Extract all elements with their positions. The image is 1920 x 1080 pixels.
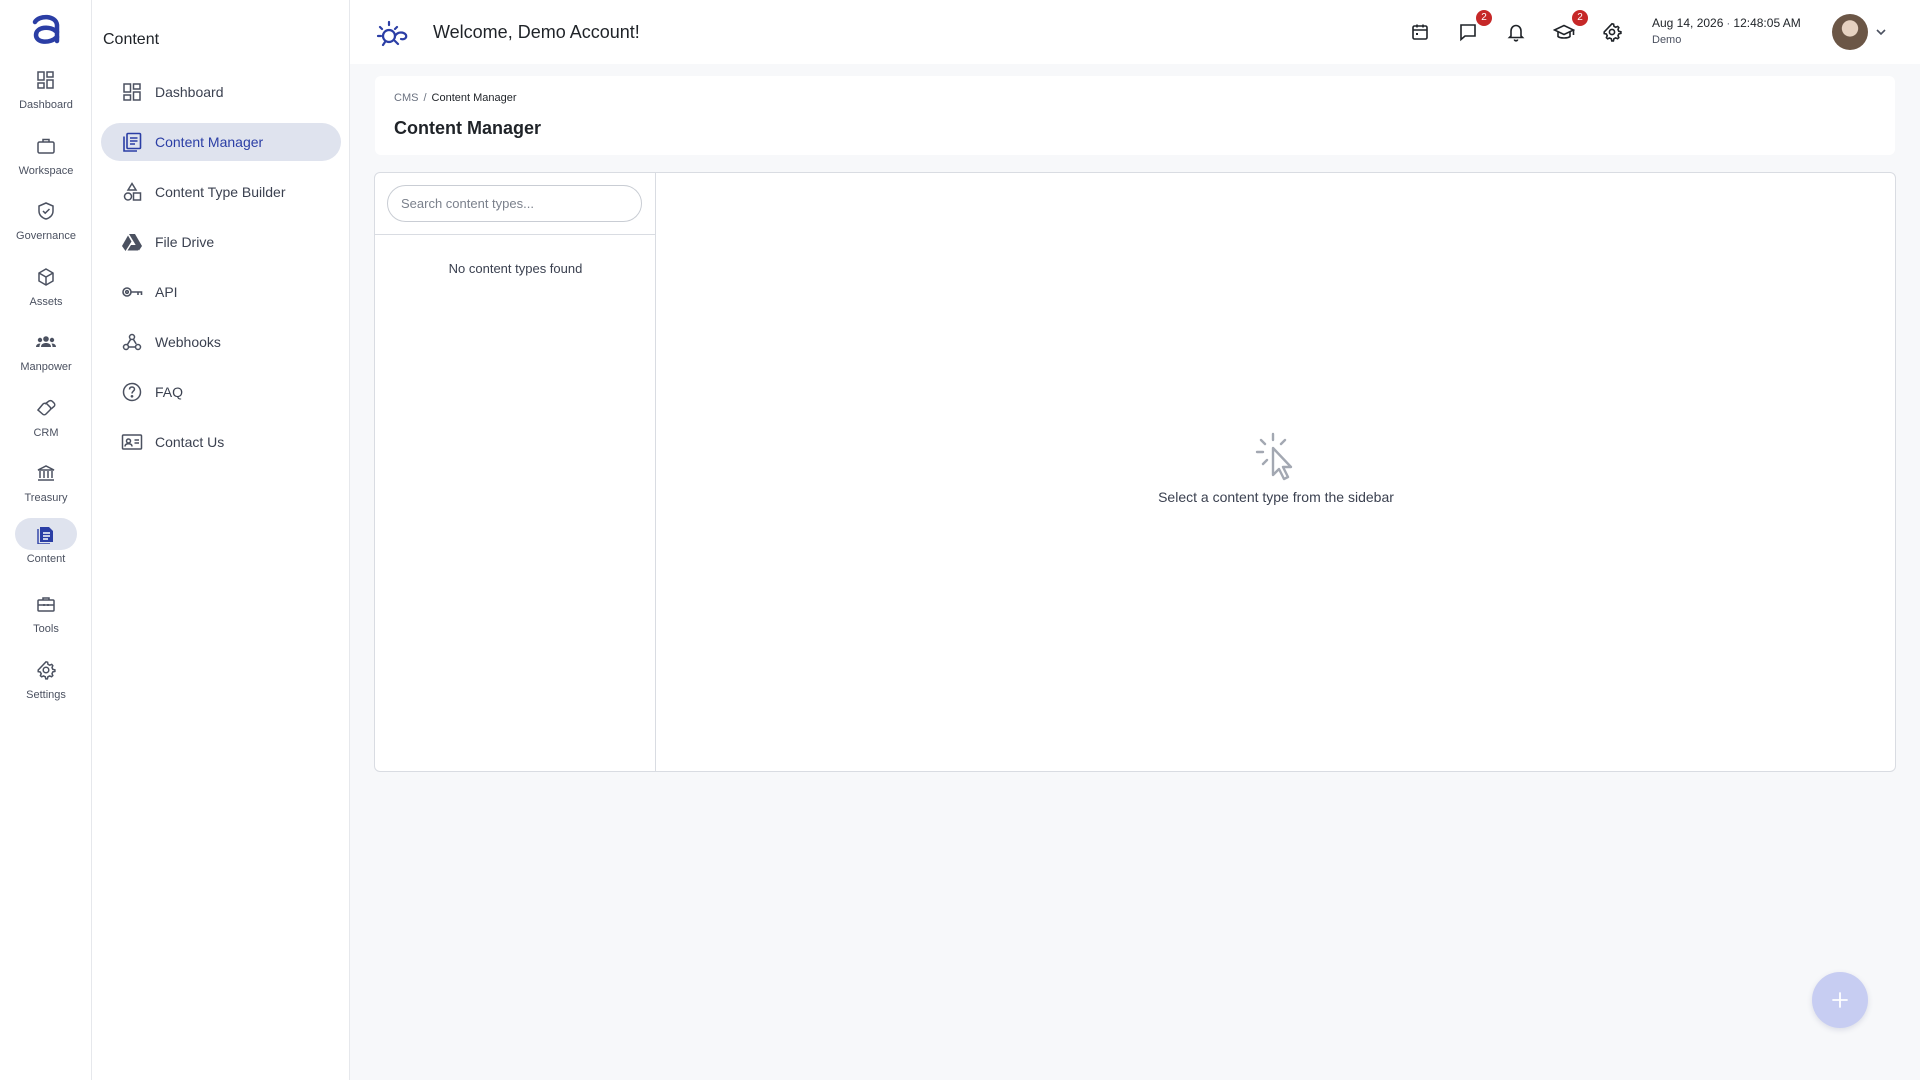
chat-icon (1458, 22, 1478, 42)
current-date: Aug 14, 2026 (1652, 16, 1724, 30)
subnav-item-faq[interactable]: FAQ (101, 373, 341, 411)
page-title: Content Manager (394, 118, 542, 138)
rail-label: Treasury (24, 492, 68, 504)
pointer-click-icon (1254, 431, 1298, 481)
people-icon (35, 332, 57, 352)
content-types-sidebar: No content types found (375, 173, 656, 771)
divider (375, 234, 656, 235)
rail-item-governance[interactable]: Governance (0, 195, 92, 251)
rail-label: Manpower (20, 361, 72, 373)
subnav-item-label: Dashboard (155, 84, 224, 100)
document-icon (36, 524, 56, 544)
gear-icon (1602, 22, 1622, 42)
briefcase-icon (36, 136, 56, 156)
rail-label: Workspace (18, 165, 74, 177)
breadcrumb-cms-link[interactable]: CMS (394, 92, 418, 104)
settings-button[interactable] (1600, 20, 1624, 44)
rail-item-content[interactable]: Content (0, 518, 92, 574)
subnav-item-api[interactable]: API (101, 273, 341, 311)
subnav-item-content-manager[interactable]: Content Manager (101, 123, 341, 161)
messages-badge: 2 (1476, 10, 1492, 26)
brand-icon (376, 16, 410, 50)
welcome-message: Welcome, Demo Account! (433, 22, 640, 42)
subnav-item-label: FAQ (155, 384, 184, 400)
bank-icon (36, 463, 56, 483)
subnav-item-label: Content Manager (155, 134, 264, 150)
app-logo[interactable] (26, 10, 66, 50)
plus-icon (1831, 991, 1849, 1009)
subnav-item-file-drive[interactable]: File Drive (101, 223, 341, 261)
primary-rail: Dashboard Workspace Governance Assets Ma… (0, 0, 92, 1080)
content-manager-panel: No content types found Select a content … (374, 172, 1896, 772)
rail-item-tools[interactable]: Tools (0, 588, 92, 644)
top-header: Welcome, Demo Account! 2 2 Aug 14, 2026 ·… (350, 0, 1920, 64)
rail-label: Governance (16, 230, 76, 242)
rail-label: Content (26, 553, 66, 565)
no-content-types-text: No content types found (448, 261, 583, 276)
bell-icon (1506, 22, 1526, 42)
content-detail-area: Select a content type from the sidebar (657, 173, 1895, 771)
key-icon (121, 281, 143, 303)
user-subtitle: Demo (1652, 34, 1682, 46)
help-circle-icon (121, 381, 143, 403)
shield-check-icon (36, 201, 56, 221)
contact-card-icon (121, 431, 143, 453)
subnav-item-label: Contact Us (155, 434, 225, 450)
breadcrumb-current: Content Manager (431, 92, 517, 104)
search-content-types-input[interactable] (387, 185, 642, 222)
subnav-item-content-type-builder[interactable]: Content Type Builder (101, 173, 341, 211)
rail-item-assets[interactable]: Assets (0, 261, 92, 317)
rail-item-settings[interactable]: Settings (0, 654, 92, 710)
subnav-title: Content (103, 31, 160, 48)
add-fab-button[interactable] (1812, 972, 1868, 1028)
breadcrumb-separator: / (423, 92, 427, 104)
avatar[interactable] (1832, 14, 1868, 50)
rail-item-manpower[interactable]: Manpower (0, 326, 92, 382)
handshake-icon (35, 398, 57, 418)
graduation-cap-icon (1553, 22, 1575, 42)
date-time: Aug 14, 2026 · 12:48:05 AM (1652, 16, 1801, 30)
webhook-icon (121, 331, 143, 353)
rail-item-workspace[interactable]: Workspace (0, 130, 92, 186)
chevron-down-icon[interactable] (1874, 25, 1888, 39)
calendar-icon (1410, 22, 1430, 42)
messages-button[interactable]: 2 (1456, 10, 1492, 44)
rail-item-treasury[interactable]: Treasury (0, 457, 92, 513)
content-list-icon (121, 131, 143, 153)
current-time: 12:48:05 AM (1733, 16, 1801, 30)
rail-label: CRM (33, 427, 59, 439)
cube-icon (36, 267, 56, 287)
subnav-item-label: Webhooks (155, 334, 221, 350)
calendar-button[interactable] (1408, 20, 1432, 44)
subnav-item-webhooks[interactable]: Webhooks (101, 323, 341, 361)
rail-item-dashboard[interactable]: Dashboard (0, 64, 92, 120)
subnav-item-label: File Drive (155, 234, 215, 250)
empty-state-message: Select a content type from the sidebar (1158, 489, 1394, 505)
notifications-button[interactable] (1504, 20, 1528, 44)
subnav-item-contact-us[interactable]: Contact Us (101, 423, 341, 461)
shapes-icon (121, 181, 143, 203)
breadcrumb: CMS / Content Manager (394, 92, 517, 104)
learning-badge: 2 (1572, 10, 1588, 26)
dashboard-icon (121, 81, 143, 103)
subnav-item-dashboard[interactable]: Dashboard (101, 73, 341, 111)
empty-state: Select a content type from the sidebar (657, 431, 1895, 505)
rail-label: Assets (29, 296, 63, 308)
rail-label: Settings (26, 689, 66, 701)
rail-item-crm[interactable]: CRM (0, 392, 92, 448)
toolbox-icon (36, 594, 56, 614)
dashboard-icon (36, 70, 56, 90)
date-time-separator: · (1726, 16, 1731, 30)
rail-label: Tools (33, 623, 59, 635)
drive-icon (121, 231, 143, 253)
subnav-item-label: API (155, 284, 178, 300)
page-header-card: CMS / Content Manager Content Manager (375, 76, 1895, 155)
learning-button[interactable]: 2 (1552, 10, 1588, 44)
rail-label: Dashboard (19, 99, 73, 111)
subnav-item-label: Content Type Builder (155, 184, 286, 200)
gear-icon (36, 660, 56, 680)
content-subnav: Content Dashboard Content Manager Conten… (92, 0, 350, 1080)
